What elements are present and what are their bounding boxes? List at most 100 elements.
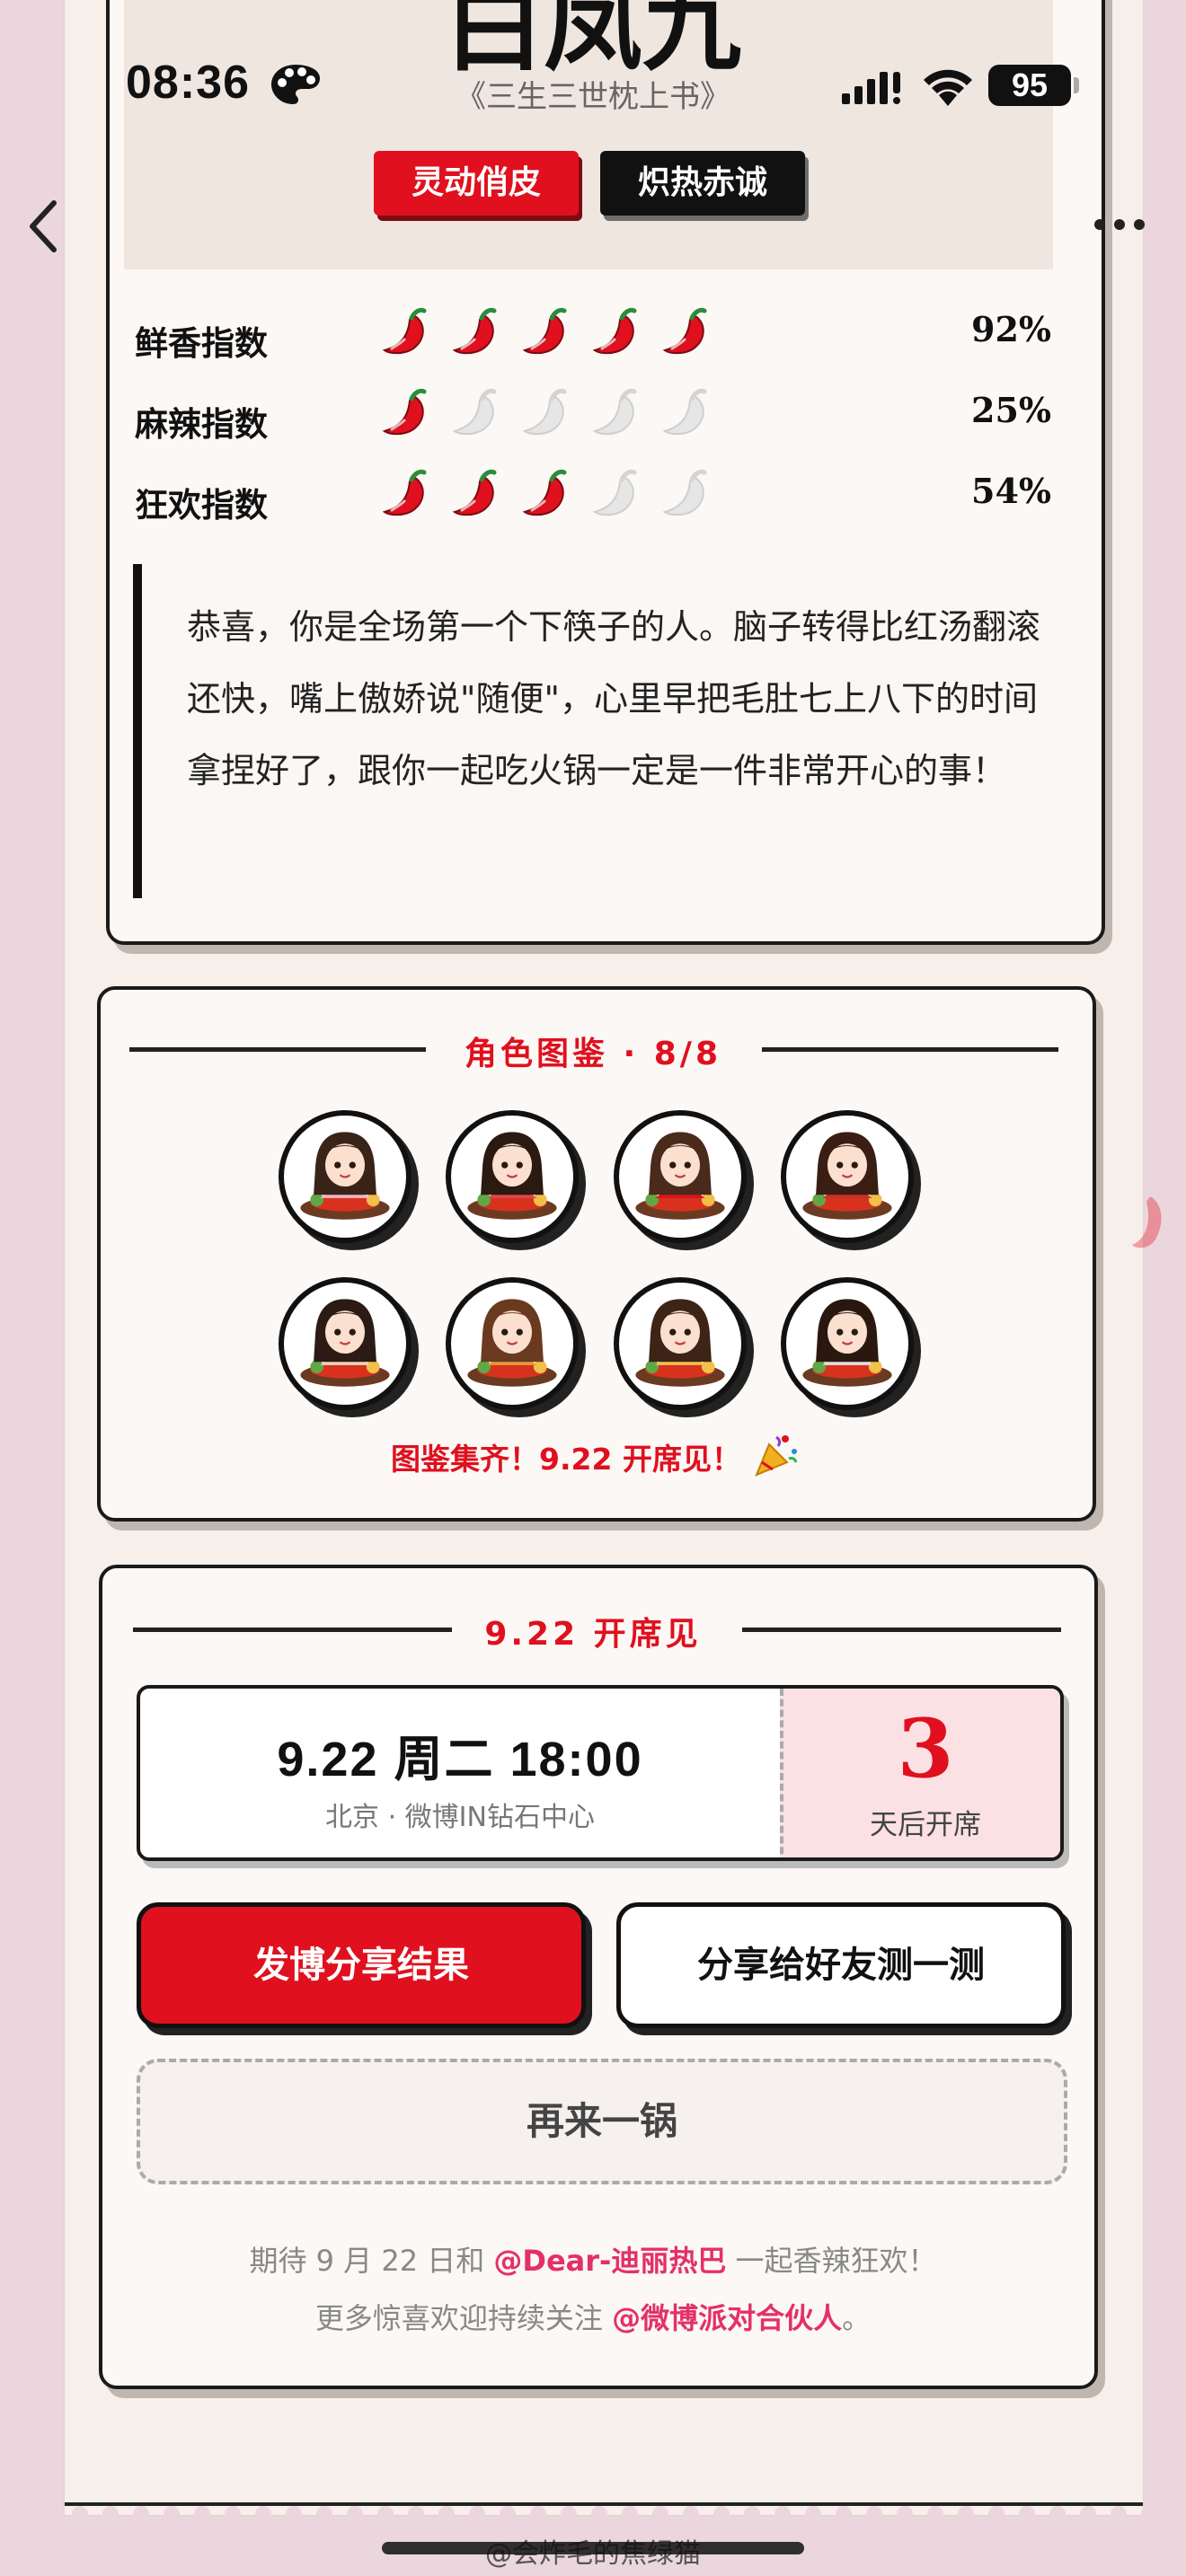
mention-link[interactable]: @微博派对合伙人 — [612, 2301, 842, 2335]
chili-filled-icon — [522, 307, 567, 355]
perforation-hole — [805, 2506, 821, 2522]
event-title: 9.22 开席见 — [484, 1616, 702, 1653]
perforation-hole — [164, 2506, 180, 2522]
share-result-button[interactable]: 发博分享结果 — [137, 1902, 586, 2028]
perforation-hole — [377, 2506, 394, 2522]
retry-button[interactable]: 再来一锅 — [137, 2059, 1067, 2184]
perforation-hole — [1080, 2506, 1096, 2522]
gallery-complete-text: 图鉴集齐！9.22 开席见！ — [391, 1442, 741, 1477]
chibi-character-icon — [467, 1132, 557, 1220]
index-percent: 54% — [971, 471, 1051, 511]
perforation-hole — [530, 2506, 546, 2522]
index-label: 麻辣指数 — [135, 405, 268, 444]
quote-text: 恭喜，你是全场第一个下筷子的人。脑子转得比红汤翻滚还快，嘴上傲娇说"随便"，心里… — [187, 607, 1041, 790]
perforation-hole — [622, 2506, 638, 2522]
decorative-chili-icon — [1132, 1196, 1162, 1248]
perforation-hole — [774, 2506, 791, 2522]
chili-filled-icon — [592, 307, 637, 355]
footer-text: 更多惊喜欢迎持续关注 — [314, 2301, 613, 2335]
index-percent: 25% — [971, 390, 1051, 430]
perforation-hole — [652, 2506, 668, 2522]
chili-filled-icon — [382, 388, 427, 436]
perforation-hole — [347, 2506, 363, 2522]
chili-filled-icon — [522, 469, 567, 516]
index-label: 鲜香指数 — [135, 324, 268, 363]
perforation-hole — [744, 2506, 760, 2522]
home-indicator[interactable] — [382, 2542, 804, 2554]
footer-text: 期待 9 月 22 日和 — [249, 2244, 494, 2278]
personality-tag: 灵动俏皮 — [374, 151, 579, 216]
event-venue: 北京 · 微博IN钻石中心 — [325, 1802, 595, 1833]
chibi-character-icon — [802, 1132, 892, 1220]
perforation-hole — [591, 2506, 607, 2522]
perforation-hole — [133, 2506, 149, 2522]
perforation-hole — [1019, 2506, 1035, 2522]
index-row: 鲜香指数 92% — [135, 304, 1051, 366]
perforation-hole — [836, 2506, 852, 2522]
perforation-hole — [225, 2506, 241, 2522]
index-label: 狂欢指数 — [135, 486, 268, 525]
perforation-hole — [316, 2506, 332, 2522]
perforation-hole — [1049, 2506, 1066, 2522]
index-row: 狂欢指数 54% — [135, 465, 1051, 528]
party-popper-icon — [755, 1435, 798, 1477]
chibi-character-icon — [802, 1299, 892, 1387]
character-avatar[interactable] — [446, 1110, 579, 1243]
chili-empty-icon — [662, 388, 707, 436]
chili-empty-icon — [452, 388, 497, 436]
personality-tag: 炽热赤诚 — [600, 151, 805, 216]
share-friend-button[interactable]: 分享给好友测一测 — [616, 1902, 1066, 2028]
wifi-icon — [924, 69, 972, 106]
event-ticket: 9.22 周二 18:00 北京 · 微博IN钻石中心 3 天后开席 — [137, 1685, 1064, 1861]
character-avatar[interactable] — [781, 1277, 914, 1410]
character-avatar[interactable] — [614, 1277, 747, 1410]
perforation-hole — [927, 2506, 943, 2522]
chili-filled-icon — [452, 469, 497, 516]
chibi-character-icon — [467, 1299, 557, 1387]
palette-icon — [271, 65, 320, 104]
index-percent: 92% — [971, 309, 1051, 349]
perforation-hole — [958, 2506, 974, 2522]
chibi-character-icon — [300, 1299, 390, 1387]
perforation-hole — [713, 2506, 730, 2522]
more-options-icon[interactable] — [1093, 214, 1146, 235]
character-avatar[interactable] — [446, 1277, 579, 1410]
perforation-hole — [561, 2506, 577, 2522]
character-avatar[interactable] — [279, 1277, 412, 1410]
chibi-character-icon — [635, 1299, 725, 1387]
gallery-title: 角色图鉴 · 8/8 — [465, 1036, 721, 1072]
countdown-number: 3 — [897, 1701, 954, 1796]
chili-filled-icon — [662, 307, 707, 355]
perforation-hole — [1111, 2506, 1127, 2522]
chili-filled-icon — [382, 307, 427, 355]
perforation-hole — [102, 2506, 119, 2522]
character-avatar[interactable] — [614, 1110, 747, 1243]
chibi-character-icon — [300, 1132, 390, 1220]
chili-empty-icon — [522, 388, 567, 436]
perforated-edge — [65, 2506, 1157, 2526]
footer-line: 更多惊喜欢迎持续关注 @微博派对合伙人。 — [0, 2296, 1186, 2337]
perforation-hole — [1141, 2506, 1157, 2522]
character-avatar[interactable] — [279, 1110, 412, 1243]
chili-empty-icon — [592, 388, 637, 436]
character-avatar[interactable] — [781, 1110, 914, 1243]
perforation-hole — [72, 2506, 88, 2522]
event-date-time: 9.22 周二 18:00 — [277, 1733, 643, 1786]
countdown-stub: 3 天后开席 — [780, 1689, 1060, 1857]
mention-link[interactable]: @Dear-迪丽热巴 — [493, 2244, 726, 2278]
perforation-hole — [255, 2506, 271, 2522]
status-time: 08:36 — [126, 57, 250, 109]
perforation-hole — [500, 2506, 516, 2522]
chili-filled-icon — [452, 307, 497, 355]
perforation-hole — [194, 2506, 210, 2522]
chili-filled-icon — [382, 469, 427, 516]
footer-text: 。 — [842, 2301, 872, 2335]
battery-level: 95 — [988, 65, 1071, 106]
footer-line: 期待 9 月 22 日和 @Dear-迪丽热巴 一起香辣狂欢！ — [0, 2238, 1186, 2280]
countdown-label: 天后开席 — [870, 1809, 981, 1841]
index-row: 麻辣指数 25% — [135, 384, 1051, 447]
perforation-hole — [408, 2506, 424, 2522]
result-quote: 恭喜，你是全场第一个下筷子的人。脑子转得比红汤翻滚还快，嘴上傲娇说"随便"，心里… — [133, 564, 1067, 898]
back-chevron-icon[interactable] — [25, 198, 61, 255]
chibi-character-icon — [635, 1132, 725, 1220]
